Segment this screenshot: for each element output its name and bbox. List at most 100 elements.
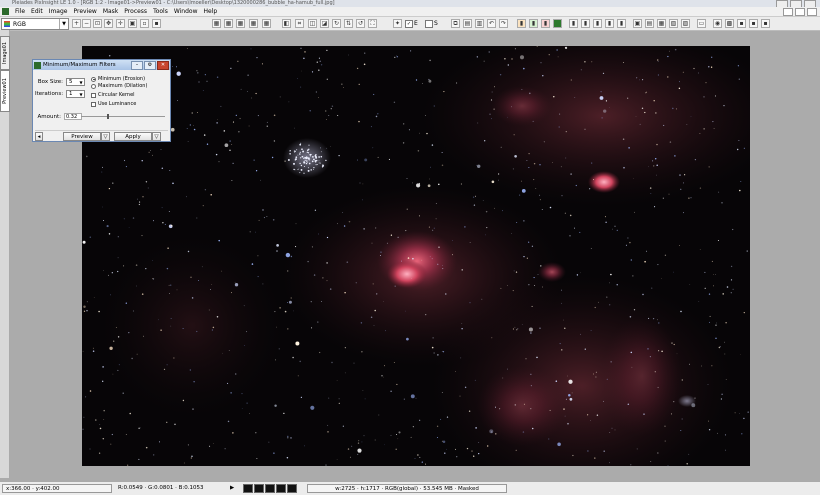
select-icon[interactable]: ▣ [128, 19, 137, 28]
eye-icon[interactable]: ◉ [713, 19, 722, 28]
amount-slider[interactable] [81, 116, 165, 117]
new-preview-icon[interactable]: ▫ [140, 19, 149, 28]
mdi-minimize-button[interactable] [783, 8, 793, 16]
menu-tools[interactable]: Tools [150, 7, 171, 16]
amount-input[interactable]: 0.32 [64, 113, 82, 120]
menu-preview[interactable]: Preview [70, 7, 99, 16]
palette-icon[interactable]: ▩ [725, 19, 734, 28]
pan-icon[interactable]: ✥ [104, 19, 113, 28]
screen-icon[interactable]: ▭ [697, 19, 706, 28]
mdi-restore-button[interactable] [795, 8, 805, 16]
preview-dropdown-icon[interactable]: ▽ [101, 132, 110, 141]
stats-icon[interactable]: ▮ [569, 19, 578, 28]
zoom-in-icon[interactable]: + [72, 19, 81, 28]
graph-icon[interactable]: ▮ [605, 19, 614, 28]
star [456, 82, 457, 83]
copy-icon[interactable]: ⧉ [451, 19, 460, 28]
zoom-1-4-icon[interactable]: ▦ [249, 19, 258, 28]
star [610, 274, 612, 276]
maximum-radio[interactable]: Maximum (Dilation) [91, 83, 147, 89]
use-luminance-checkbox[interactable]: Use Luminance [91, 101, 136, 107]
move-icon[interactable]: ✛ [116, 19, 125, 28]
close-window-button[interactable] [804, 0, 816, 7]
star [196, 217, 197, 218]
menu-help[interactable]: Help [201, 7, 221, 16]
dialog-close-button[interactable]: ✕ [157, 61, 169, 70]
fullscreen-icon[interactable]: ⛶ [368, 19, 377, 28]
stf-icon[interactable] [553, 19, 562, 28]
star [432, 337, 433, 338]
e-toggle[interactable]: ✓E [405, 19, 418, 28]
history-icon[interactable]: ▦ [657, 19, 666, 28]
star [495, 433, 496, 434]
view-icon[interactable]: ▨ [681, 19, 690, 28]
swap-icon[interactable]: ▪ [749, 19, 758, 28]
readout-icon[interactable]: ▮ [581, 19, 590, 28]
zoom-fit-icon[interactable]: ▦ [262, 19, 271, 28]
menu-file[interactable]: File [12, 7, 28, 16]
menu-edit[interactable]: Edit [28, 7, 46, 16]
console-icon[interactable]: ▣ [633, 19, 642, 28]
menu-mask[interactable]: Mask [100, 7, 121, 16]
zoom-1-3-icon[interactable]: ▦ [236, 19, 245, 28]
star [289, 102, 290, 103]
crop-icon[interactable]: ⌗ [295, 19, 304, 28]
zoom-1-1-icon[interactable]: ▦ [212, 19, 221, 28]
star-tool-icon[interactable]: ✦ [393, 19, 402, 28]
tab-preview01[interactable]: Preview01 [0, 70, 10, 112]
dialog-title-bar[interactable]: Minimum/Maximum Filters – ⚙ ✕ [33, 60, 170, 70]
star [341, 84, 342, 85]
fit-view-icon[interactable]: ⊡ [93, 19, 102, 28]
mirror-icon[interactable]: ◪ [320, 19, 329, 28]
star [627, 237, 628, 238]
zoom-1-2-icon[interactable]: ▦ [224, 19, 233, 28]
menu-window[interactable]: Window [171, 7, 201, 16]
new-instance-button[interactable]: ◂ [35, 132, 43, 141]
preview-button[interactable]: Preview [63, 132, 101, 141]
colors-icon[interactable]: ▮ [541, 19, 550, 28]
info-icon[interactable]: ▮ [593, 19, 602, 28]
channel-selector[interactable]: RGB ▼ [1, 18, 69, 30]
preview-mode-icon[interactable]: ▪ [152, 19, 161, 28]
histogram-icon[interactable]: ▮ [517, 19, 526, 28]
cluster-star [320, 163, 321, 164]
star [413, 426, 414, 427]
minimum-radio[interactable]: Minimum (Erosion) [91, 76, 145, 82]
gamma-icon[interactable]: ▪ [737, 19, 746, 28]
maximize-window-button[interactable] [790, 0, 802, 7]
rotate-icon[interactable]: ↻ [332, 19, 341, 28]
minimize-window-button[interactable] [776, 0, 788, 7]
explorer-icon[interactable]: ▤ [645, 19, 654, 28]
mdi-close-button[interactable] [807, 8, 817, 16]
star [350, 457, 351, 458]
curves-icon[interactable]: ▮ [529, 19, 538, 28]
tab-image01[interactable]: Image01 [0, 36, 10, 70]
s-toggle[interactable]: S [425, 19, 438, 28]
circular-kernel-checkbox[interactable]: Circular Kernel [91, 92, 135, 98]
flip-icon[interactable]: ⇅ [344, 19, 353, 28]
rotate-90-icon[interactable]: ↺ [356, 19, 365, 28]
menu-image[interactable]: Image [46, 7, 71, 16]
process-icon[interactable]: ◧ [282, 19, 291, 28]
redo-icon[interactable]: ↷ [499, 19, 508, 28]
resample-icon[interactable]: ◫ [308, 19, 317, 28]
display-icon[interactable]: ▪ [761, 19, 770, 28]
dialog-minimize-button[interactable]: – [131, 61, 143, 70]
zoom-out-icon[interactable]: − [82, 19, 91, 28]
star [741, 433, 742, 434]
image-view[interactable] [82, 46, 750, 466]
apply-dropdown-icon[interactable]: ▽ [152, 132, 161, 141]
apply-button[interactable]: Apply [114, 132, 152, 141]
amount-slider-handle[interactable] [107, 114, 109, 119]
play-icon[interactable]: ▶ [230, 484, 234, 493]
box-size-combo[interactable]: 5 ▼ [66, 78, 85, 86]
menu-process[interactable]: Process [121, 7, 150, 16]
paste-icon[interactable]: ▤ [463, 19, 472, 28]
iterations-combo[interactable]: 1 ▼ [66, 90, 85, 98]
app-icon[interactable] [2, 8, 9, 15]
clone-icon[interactable]: ▥ [475, 19, 484, 28]
color-bars-icon[interactable]: ▮ [617, 19, 626, 28]
undo-icon[interactable]: ↶ [487, 19, 496, 28]
dialog-settings-button[interactable]: ⚙ [144, 61, 156, 70]
format-icon[interactable]: ▧ [669, 19, 678, 28]
